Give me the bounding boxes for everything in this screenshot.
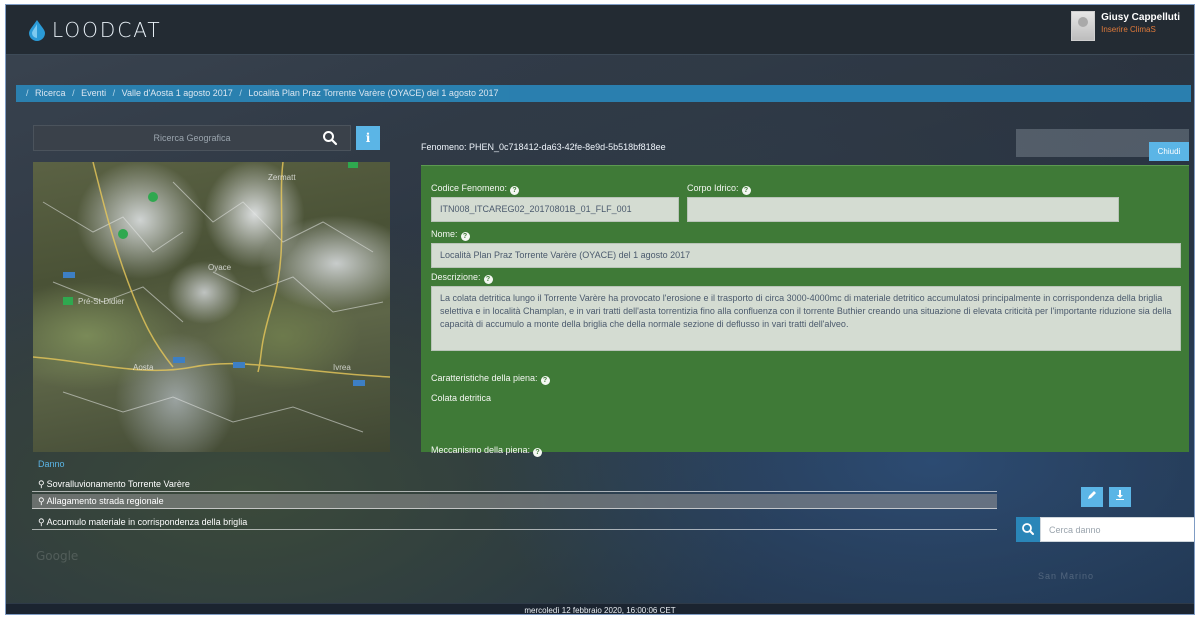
map-marker-icon: ⚲ <box>38 479 45 489</box>
descrizione-label: Descrizione:? <box>431 272 493 284</box>
map-marker-icon: ⚲ <box>38 517 45 527</box>
danno-item[interactable]: ⚲ Sovralluvionamento Torrente Varère <box>32 477 997 492</box>
search-icon <box>1022 523 1034 535</box>
danno-search-button[interactable] <box>1016 517 1040 542</box>
danno-title: Danno <box>38 459 65 469</box>
search-icon[interactable] <box>321 129 339 147</box>
info-icon: i <box>365 131 371 145</box>
danno-item-label: Sovralluvionamento Torrente Varère <box>46 479 190 489</box>
app-window: LOODCAT Giusy Cappelluti Inserire ClimaS… <box>5 4 1195 615</box>
breadcrumb-fenomeno: Località Plan Praz Torrente Varère (OYAC… <box>248 88 499 98</box>
nome-field[interactable]: Località Plan Praz Torrente Varère (OYAC… <box>431 243 1181 268</box>
logo-text: LOODCAT <box>52 18 162 42</box>
breadcrumb-evento[interactable]: Valle d'Aosta 1 agosto 2017 <box>122 88 233 98</box>
danno-item[interactable]: ⚲ Allagamento strada regionale <box>32 494 997 509</box>
codice-label: Codice Fenomeno:? <box>431 183 520 195</box>
breadcrumb: / Ricerca / Eventi / Valle d'Aosta 1 ago… <box>16 85 1191 102</box>
fenomeno-detail-panel: Codice Fenomeno:? ITN008_ITCAREG02_20170… <box>421 165 1189 457</box>
user-menu[interactable]: Giusy Cappelluti Inserire ClimaS <box>1071 11 1180 41</box>
caratteristiche-label: Caratteristiche della piena:? <box>431 373 550 385</box>
breadcrumb-eventi[interactable]: Eventi <box>81 88 106 98</box>
codice-field[interactable]: ITN008_ITCAREG02_20170801B_01_FLF_001 <box>431 197 679 222</box>
svg-text:Aosta: Aosta <box>133 363 154 372</box>
pencil-icon <box>1088 491 1096 499</box>
user-role: Inserire ClimaS <box>1101 25 1156 34</box>
nome-label-text: Nome: <box>431 229 458 239</box>
danno-search-input[interactable]: Cerca danno <box>1040 517 1194 542</box>
top-header: LOODCAT Giusy Cappelluti Inserire ClimaS <box>6 5 1194 55</box>
info-button[interactable]: i <box>356 126 380 150</box>
breadcrumb-sep: / <box>72 88 75 98</box>
map-marker-icon: ⚲ <box>38 496 45 506</box>
svg-text:Pré-St-Didier: Pré-St-Didier <box>78 297 125 306</box>
map-place-label: San Marino <box>1038 571 1095 581</box>
water-drop-icon <box>29 20 45 41</box>
question-circle-icon[interactable]: ? <box>460 232 470 241</box>
user-name: Giusy Cappelluti <box>1101 12 1180 23</box>
question-circle-icon[interactable]: ? <box>741 186 751 195</box>
svg-text:Zermatt: Zermatt <box>268 173 296 182</box>
descrizione-label-text: Descrizione: <box>431 272 481 282</box>
caratteristiche-value: Colata detritica <box>431 393 492 403</box>
corpo-idrico-field[interactable] <box>687 197 1119 222</box>
breadcrumb-sep: / <box>112 88 116 98</box>
breadcrumb-sep: / <box>26 88 29 98</box>
google-watermark: Google <box>36 549 79 563</box>
breadcrumb-sep: / <box>239 88 242 98</box>
question-circle-icon[interactable]: ? <box>483 275 493 284</box>
question-circle-icon[interactable]: ? <box>540 376 550 385</box>
corpo-label-text: Corpo Idrico: <box>687 183 739 193</box>
codice-label-text: Codice Fenomeno: <box>431 183 508 193</box>
map-overlay: Aosta Ivrea Pré-St-Didier Zermatt Oyace <box>33 162 390 433</box>
svg-text:Ivrea: Ivrea <box>333 363 351 372</box>
breadcrumb-ricerca[interactable]: Ricerca <box>35 88 66 98</box>
danno-item[interactable]: ⚲ Accumulo materiale in corrispondenza de… <box>32 515 997 530</box>
status-footer: mercoledì 12 febbraio 2020, 16:00:06 CET <box>6 603 1194 614</box>
nome-label: Nome:? <box>431 229 470 241</box>
edit-button[interactable] <box>1081 487 1103 507</box>
svg-text:Oyace: Oyace <box>208 263 232 272</box>
fenomeno-id: Fenomeno: PHEN_0c718412-da63-42fe-8e9d-5… <box>421 142 666 152</box>
danno-item-label: Allagamento strada regionale <box>46 496 164 506</box>
descrizione-field[interactable]: La colata detritica lungo il Torrente Va… <box>431 286 1181 351</box>
avatar <box>1071 11 1096 41</box>
close-button[interactable]: Chiudi <box>1149 142 1189 161</box>
caratteristiche-label-text: Caratteristiche della piena: <box>431 373 538 383</box>
geo-search-input[interactable]: Ricerca Geografica <box>33 125 351 151</box>
download-button[interactable] <box>1109 487 1131 507</box>
danno-item-label: Accumulo materiale in corrispondenza del… <box>46 517 248 527</box>
logo[interactable]: LOODCAT <box>26 18 162 42</box>
corpo-idrico-label: Corpo Idrico:? <box>687 183 751 195</box>
question-circle-icon[interactable]: ? <box>510 186 520 195</box>
satellite-map[interactable]: Aosta Ivrea Pré-St-Didier Zermatt Oyace <box>33 162 390 452</box>
download-icon <box>1116 490 1124 500</box>
